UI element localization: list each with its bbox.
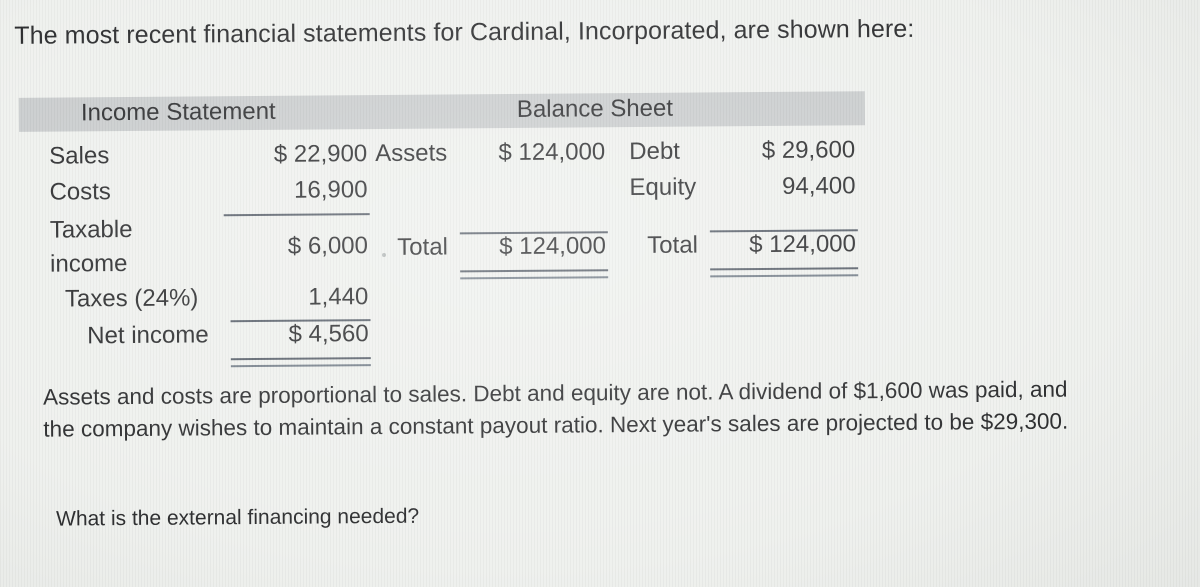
screen-speck [381, 252, 387, 258]
balance-liabilities-total-double-rule [710, 267, 859, 278]
balance-label-assets: Assets [375, 139, 448, 168]
income-label-costs: Costs [49, 178, 111, 206]
balance-assets-total-double-rule [460, 269, 609, 280]
balance-value-debt: $ 29,600 [761, 136, 856, 165]
income-value-taxes: 1,440 [308, 283, 369, 311]
question-text: What is the external financing needed? [55, 504, 420, 531]
intro-text: The most recent financial statements for… [14, 14, 915, 50]
balance-value-equity: 94,400 [781, 172, 856, 200]
income-value-taxable-income: $ 6,000 [287, 232, 369, 260]
statements-grid: Sales $ 22,900 Costs 16,900 Taxable inco… [19, 125, 867, 368]
income-statement-title: Income Statement [80, 97, 276, 127]
income-net-double-rule [230, 357, 371, 368]
assumptions-paragraph: Assets and costs are proportional to sal… [43, 376, 1069, 442]
balance-label-equity: Equity [629, 173, 697, 202]
income-label-taxable-line2: income [49, 250, 128, 278]
income-subtotal-rule [223, 213, 370, 217]
balance-label-assets-total: Total [397, 233, 449, 261]
balance-value-liabilities-total: $ 124,000 [749, 230, 857, 259]
income-value-net-income: $ 4,560 [288, 320, 369, 348]
balance-label-liabilities-total: Total [647, 231, 699, 259]
balance-label-debt: Debt [629, 137, 681, 166]
balance-value-assets: $ 124,000 [498, 138, 606, 167]
income-value-costs: 16,900 [293, 176, 368, 204]
balance-value-assets-total: $ 124,000 [499, 232, 607, 261]
income-value-sales: $ 22,900 [273, 140, 368, 168]
income-label-taxable-line1: Taxable [49, 215, 133, 244]
financial-statements-block: Income Statement Balance Sheet Sales $ 2… [18, 91, 867, 368]
income-label-sales: Sales [49, 142, 110, 170]
balance-sheet-title: Balance Sheet [516, 94, 674, 123]
document-page: The most recent financial statements for… [0, 0, 1200, 587]
